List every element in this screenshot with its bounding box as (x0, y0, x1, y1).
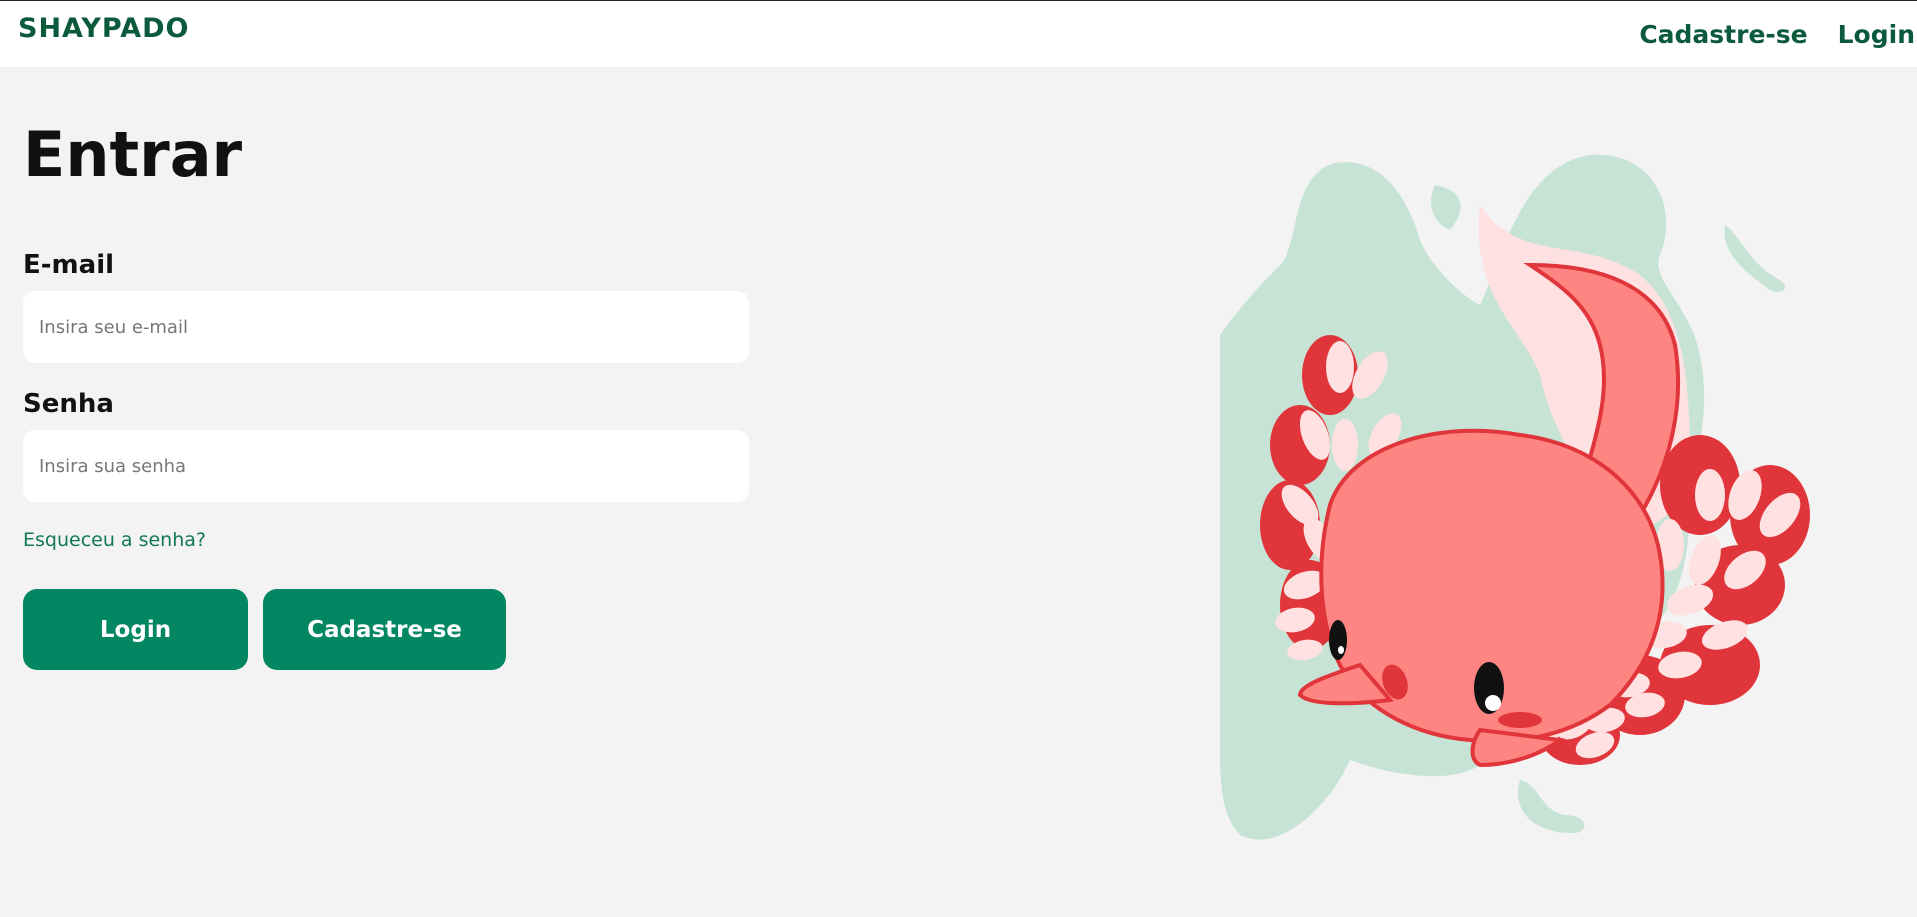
blob-shape (1724, 225, 1786, 292)
axolotl-eye (1329, 620, 1347, 660)
password-input[interactable] (23, 430, 749, 502)
forgot-password-link[interactable]: Esqueceu a senha? (23, 529, 206, 551)
axolotl-icon (1220, 154, 1810, 840)
email-label: E-mail (23, 250, 115, 280)
blob-shape (1430, 185, 1461, 230)
axolotl-cheek (1498, 712, 1542, 728)
login-button[interactable]: Login (23, 589, 248, 670)
nav-signup-link[interactable]: Cadastre-se (1639, 17, 1807, 53)
page-title: Entrar (23, 118, 243, 191)
password-label: Senha (23, 389, 114, 419)
top-nav: Cadastre-se Login (1639, 17, 1917, 53)
nav-login-link[interactable]: Login (1838, 17, 1915, 53)
signup-button[interactable]: Cadastre-se (263, 589, 506, 670)
brand-logo[interactable]: SHAYPADO (18, 13, 189, 44)
blob-shape (1518, 780, 1585, 834)
top-navbar: SHAYPADO Cadastre-se Login (0, 0, 1917, 67)
email-input[interactable] (23, 291, 749, 363)
